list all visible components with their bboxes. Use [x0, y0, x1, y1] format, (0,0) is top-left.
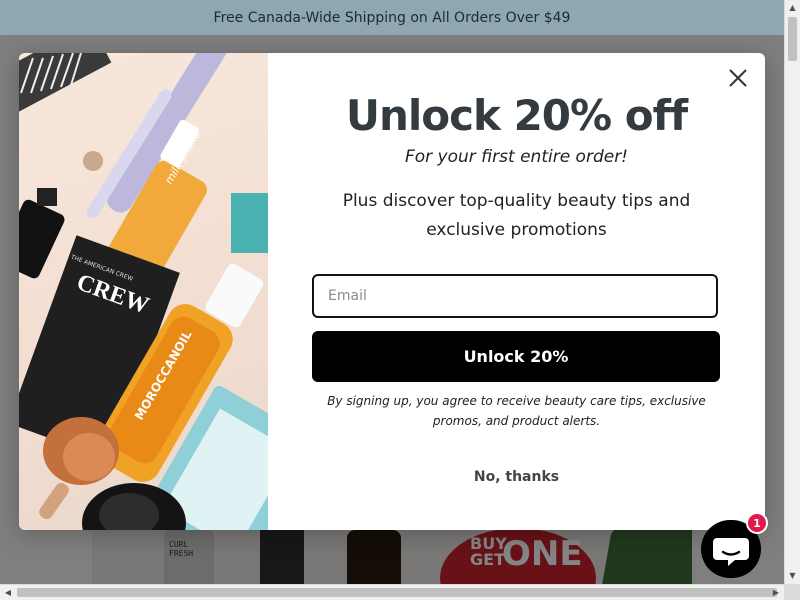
products-illustration: milk shake CREW THE AMERICAN CREW MOROCC…	[19, 53, 268, 530]
chat-notification-badge: 1	[746, 512, 768, 534]
popup-description: Plus discover top-quality beauty tips an…	[342, 191, 691, 240]
scroll-left-icon[interactable]: ◀	[0, 585, 16, 600]
vertical-scroll-thumb[interactable]	[788, 17, 797, 61]
announcement-text: Free Canada-Wide Shipping on All Orders …	[213, 9, 571, 26]
signup-modal: milk shake CREW THE AMERICAN CREW MOROCC…	[19, 53, 765, 530]
announcement-bar: Free Canada-Wide Shipping on All Orders …	[0, 0, 784, 35]
close-icon	[729, 69, 747, 87]
vertical-scrollbar[interactable]: ▲ ▼	[784, 0, 800, 584]
scroll-up-icon[interactable]: ▲	[785, 0, 800, 16]
close-button[interactable]	[725, 65, 751, 91]
scroll-right-icon[interactable]: ▶	[768, 585, 784, 600]
popup-headline: Unlock 20% off	[345, 91, 688, 140]
horizontal-scroll-thumb[interactable]	[17, 588, 777, 597]
unlock-button[interactable]: Unlock 20%	[312, 331, 720, 382]
signup-disclaimer: By signing up, you agree to receive beau…	[327, 394, 706, 428]
products-image: milk shake CREW THE AMERICAN CREW MOROCC…	[19, 53, 268, 530]
email-input[interactable]	[312, 274, 718, 318]
no-thanks-link[interactable]: No, thanks	[268, 469, 765, 485]
horizontal-scrollbar[interactable]: ◀ ▶	[0, 584, 784, 600]
modal-content: Unlock 20% off For your first entire ord…	[268, 53, 765, 530]
scrollbar-corner	[784, 584, 800, 600]
popup-subheadline: For your first entire order!	[404, 147, 629, 167]
scroll-down-icon[interactable]: ▼	[785, 568, 800, 584]
